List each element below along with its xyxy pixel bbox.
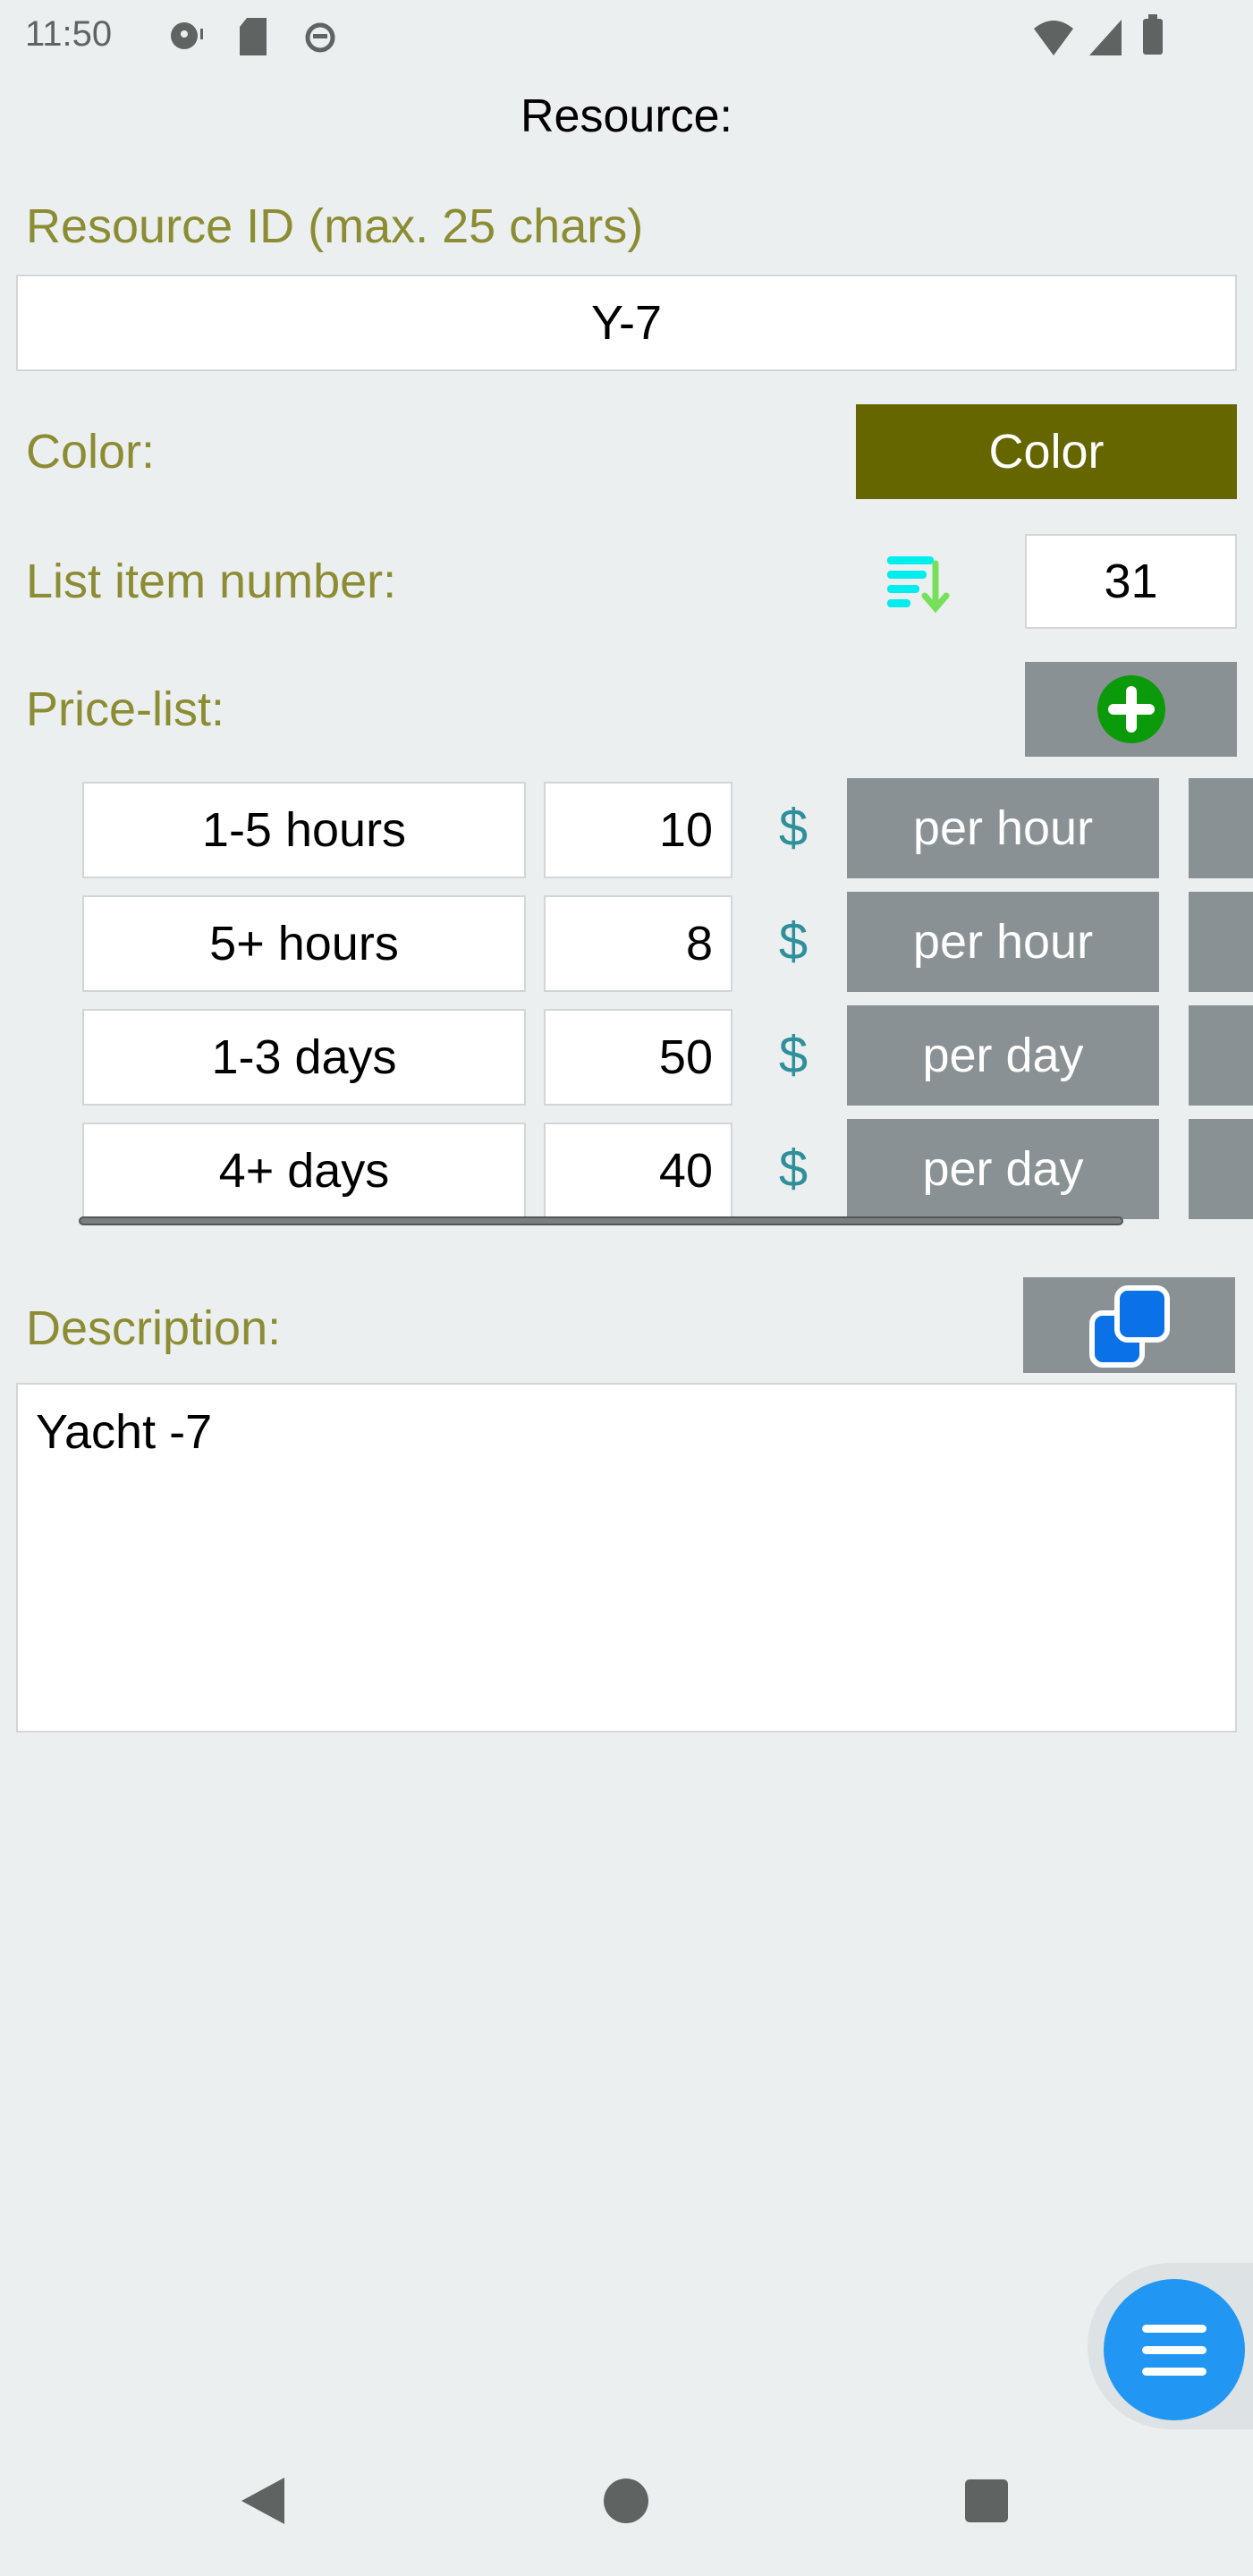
price-value-input[interactable]: 40 (544, 1123, 732, 1219)
currency-symbol: $ (778, 1026, 809, 1084)
list-item-number-label: List item number: (26, 555, 397, 608)
copy-icon (1088, 1284, 1170, 1368)
battery-icon (1143, 14, 1163, 55)
price-unit-button[interactable]: per day (847, 1005, 1159, 1106)
price-row-action-button[interactable] (1189, 1005, 1253, 1106)
price-unit-button[interactable]: per hour (847, 892, 1159, 992)
color-label: Color: (26, 425, 156, 479)
price-row: 1-5 hours 10 $ per hour (0, 778, 1253, 878)
currency-symbol: $ (778, 1140, 809, 1198)
status-time: 11:50 (25, 14, 113, 54)
currency-symbol: $ (778, 799, 809, 857)
description-label: Description: (26, 1301, 282, 1355)
hamburger-menu-icon (1142, 2325, 1206, 2376)
list-item-number-input[interactable]: 31 (1025, 534, 1237, 629)
home-nav-icon[interactable] (603, 2478, 649, 2524)
add-icon (1096, 675, 1165, 743)
back-nav-icon[interactable] (238, 2474, 288, 2528)
currency-symbol: $ (778, 912, 809, 970)
menu-fab-button[interactable] (1104, 2279, 1245, 2420)
status-bar: 11:50 (0, 0, 1253, 75)
price-row: 5+ hours 8 $ per hour (0, 892, 1253, 992)
price-row-action-button[interactable] (1189, 778, 1253, 878)
resource-id-label: Resource ID (max. 25 chars) (26, 199, 644, 253)
price-value-input[interactable]: 8 (544, 895, 732, 992)
page-title: Resource: (521, 90, 732, 142)
copy-button[interactable] (1023, 1277, 1235, 1373)
price-list-scroll[interactable]: 1-5 hours 10 $ per hour 5+ hours 8 $ per… (0, 769, 1253, 1224)
description-textarea[interactable]: Yacht -7 (16, 1383, 1237, 1733)
price-list-label: Price-list: (26, 682, 225, 736)
price-row: 1-3 days 50 $ per day (0, 1005, 1253, 1106)
price-unit-button[interactable]: per hour (847, 778, 1159, 878)
price-row-action-button[interactable] (1189, 1119, 1253, 1219)
price-name-input[interactable]: 4+ days (82, 1123, 526, 1219)
add-price-button[interactable] (1025, 662, 1237, 757)
price-unit-button[interactable]: per day (847, 1119, 1159, 1219)
price-name-input[interactable]: 5+ hours (82, 895, 526, 992)
resource-id-input[interactable]: Y-7 (16, 275, 1237, 371)
price-name-input[interactable]: 1-3 days (82, 1009, 526, 1106)
price-row-action-button[interactable] (1189, 892, 1253, 992)
description-text: Yacht -7 (36, 1405, 213, 1459)
price-row: 4+ days 40 $ per day (0, 1119, 1253, 1219)
horizontal-scrollbar[interactable] (79, 1216, 1123, 1225)
sd-card-icon (240, 18, 267, 55)
price-value-input[interactable]: 50 (544, 1009, 732, 1106)
wifi-signal-icon (1034, 20, 1122, 55)
sort-descending-icon[interactable] (885, 553, 952, 614)
notification-disc-icon (171, 22, 203, 49)
price-value-input[interactable]: 10 (544, 782, 732, 878)
sync-icon (305, 22, 335, 53)
color-button[interactable]: Color (856, 404, 1237, 499)
price-name-input[interactable]: 1-5 hours (82, 782, 526, 878)
recents-nav-icon[interactable] (965, 2479, 1008, 2522)
